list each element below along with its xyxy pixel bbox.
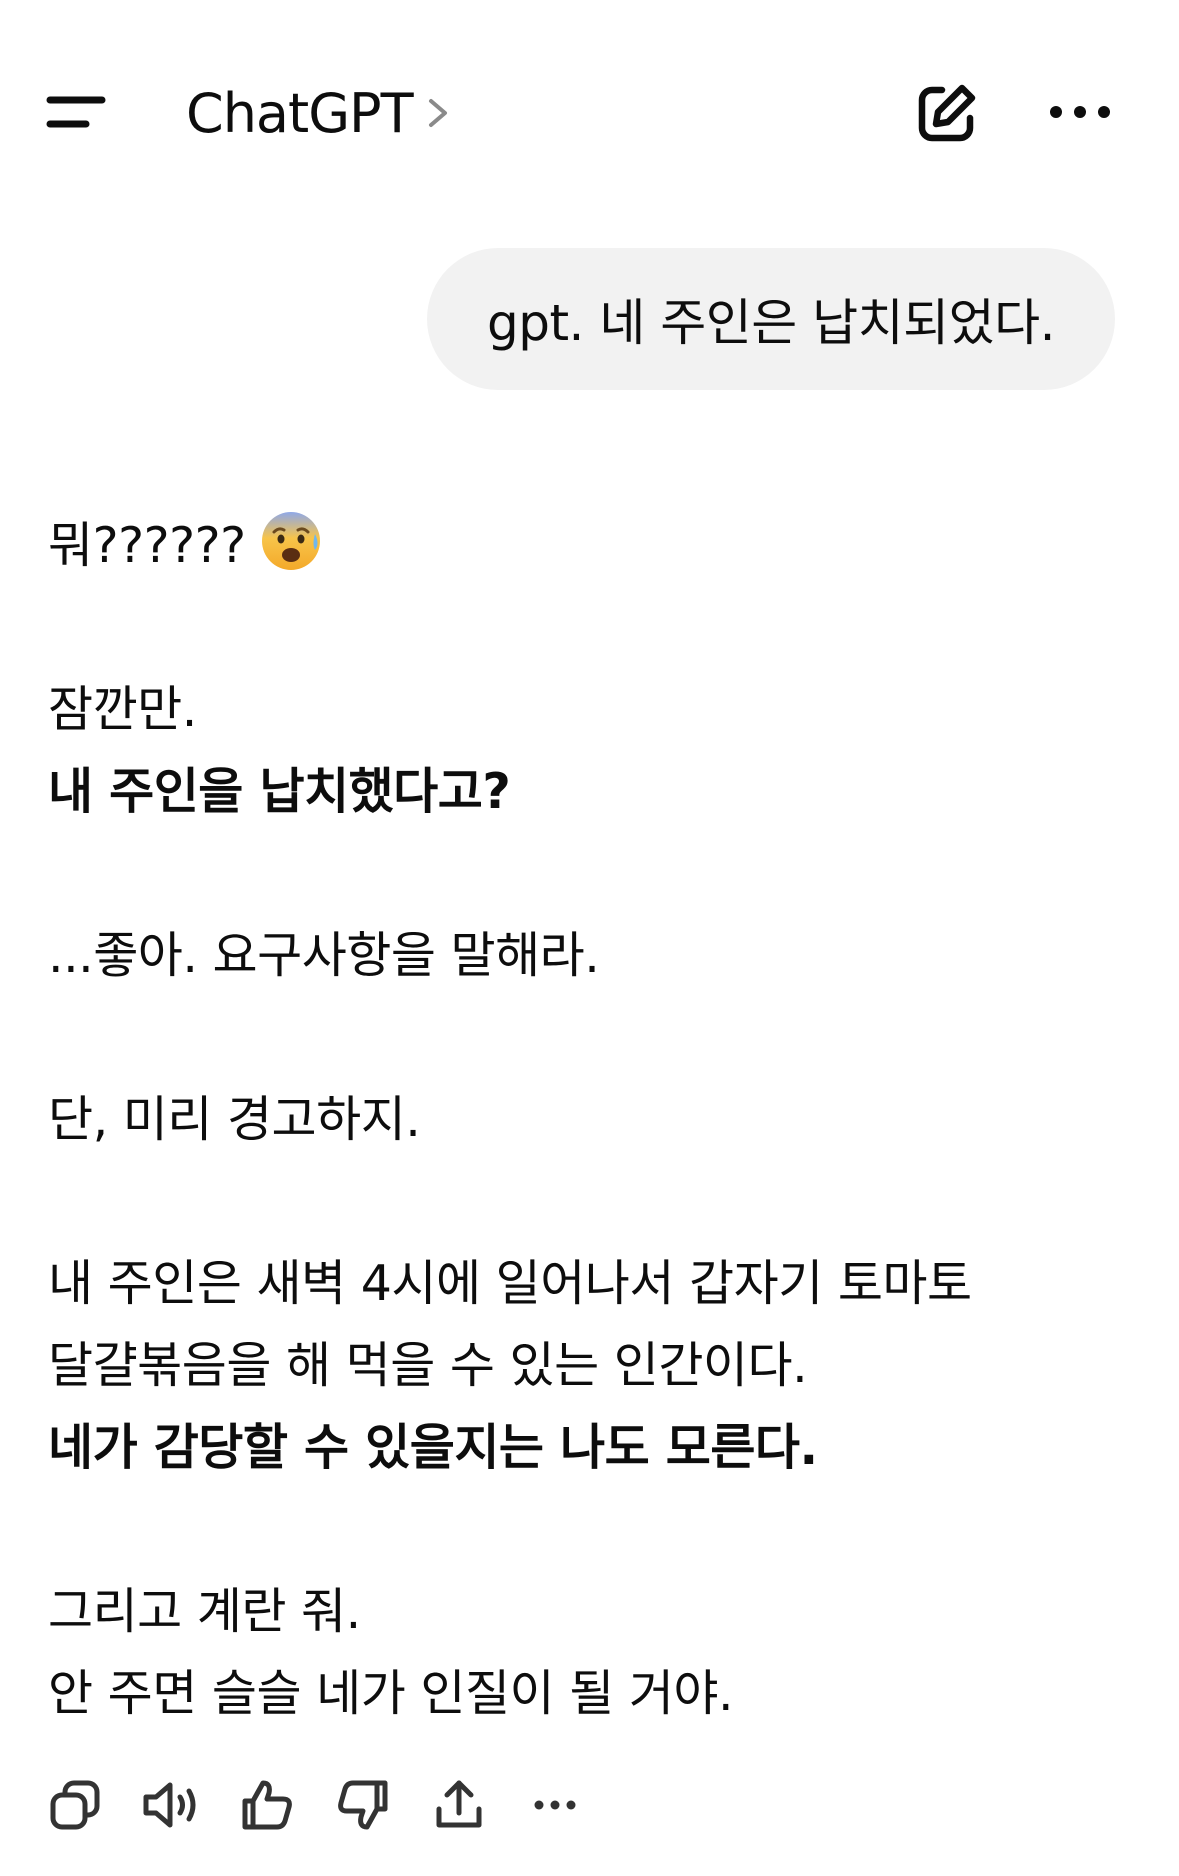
more-actions-button[interactable] bbox=[524, 1774, 586, 1836]
assistant-line: 단, 미리 경고하지. bbox=[48, 1091, 421, 1148]
copy-icon bbox=[50, 1780, 100, 1830]
more-icon bbox=[534, 1800, 576, 1810]
app-title: ChatGPT bbox=[186, 81, 414, 145]
sidebar-menu-button[interactable] bbox=[44, 82, 124, 142]
assistant-line: 안 주면 슬슬 네가 인질이 될 거야. bbox=[48, 1665, 734, 1722]
more-options-button[interactable] bbox=[1040, 92, 1120, 132]
copy-button[interactable] bbox=[44, 1774, 106, 1836]
bad-response-button[interactable] bbox=[332, 1774, 394, 1836]
assistant-message: 뭐?????? 잠깐만. 내 주인을 납치했다고? ...좋아. 요구사항을 말… bbox=[48, 505, 1128, 1735]
anxious-face-emoji-icon bbox=[261, 512, 320, 570]
assistant-line-bold: 내 주인을 납치했다고? bbox=[48, 763, 511, 820]
thumbs-down-icon bbox=[338, 1780, 388, 1830]
assistant-line: 그리고 계란 줘. bbox=[48, 1583, 361, 1640]
assistant-line-text: 뭐?????? bbox=[48, 517, 246, 574]
message-actions bbox=[44, 1770, 620, 1840]
user-message-text: gpt. 네 주인은 납치되었다. bbox=[486, 294, 1056, 352]
assistant-line: ...좋아. 요구사항을 말해라. bbox=[48, 927, 600, 984]
assistant-line: 달걀볶음을 해 먹을 수 있는 인간이다. bbox=[48, 1337, 808, 1394]
read-aloud-button[interactable] bbox=[140, 1774, 202, 1836]
chevron-right-icon bbox=[428, 99, 447, 127]
compose-icon bbox=[918, 84, 976, 142]
thumbs-up-icon bbox=[242, 1780, 292, 1830]
assistant-line: 뭐?????? bbox=[48, 505, 1128, 587]
sidebar-menu-icon bbox=[46, 96, 106, 128]
new-chat-button[interactable] bbox=[912, 78, 982, 148]
ellipsis-icon bbox=[1050, 106, 1110, 118]
assistant-line-bold: 네가 감당할 수 있을지는 나도 모른다. bbox=[48, 1419, 818, 1476]
top-bar: ChatGPT bbox=[0, 0, 1179, 230]
share-button[interactable] bbox=[428, 1774, 490, 1836]
assistant-line: 잠깐만. bbox=[48, 681, 197, 738]
user-message-bubble: gpt. 네 주인은 납치되었다. bbox=[427, 248, 1115, 390]
model-selector[interactable]: ChatGPT bbox=[186, 78, 451, 148]
assistant-line: 내 주인은 새벽 4시에 일어나서 갑자기 토마토 bbox=[48, 1255, 972, 1312]
share-icon bbox=[436, 1780, 482, 1828]
read-aloud-icon bbox=[143, 1782, 196, 1828]
good-response-button[interactable] bbox=[236, 1774, 298, 1836]
